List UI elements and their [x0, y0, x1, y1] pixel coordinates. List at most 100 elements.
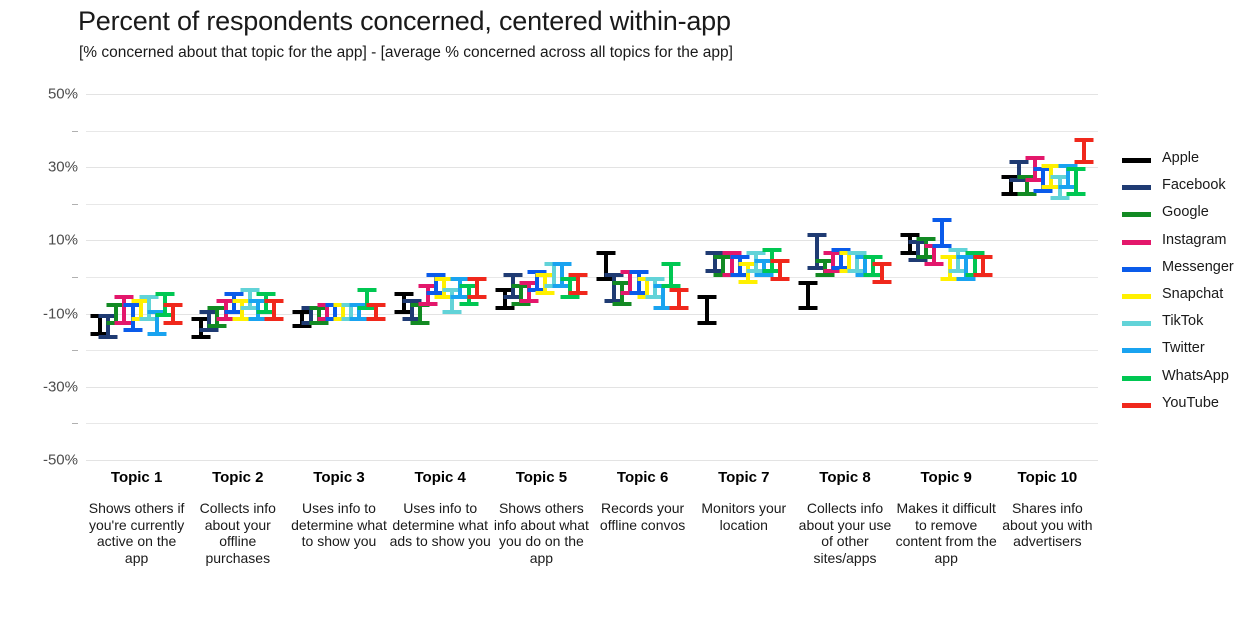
chart-container: Percent of respondents concerned, center…	[0, 0, 1240, 620]
x-axis-category-description: Shares info about you with advertisers	[1002, 500, 1093, 549]
category-group	[390, 94, 491, 460]
y-axis-tick	[72, 277, 78, 278]
error-bar-instagram	[722, 94, 742, 460]
legend-item-messenger[interactable]: Messenger	[1122, 257, 1240, 284]
y-axis-tick	[72, 130, 78, 132]
error-bar-cap-lower	[669, 305, 689, 310]
error-bar-messenger	[325, 94, 345, 460]
error-bar-cap-lower	[973, 273, 993, 277]
x-axis-category-description: Shows others if you're currently active …	[88, 500, 185, 566]
error-bar-cap-upper	[1074, 137, 1094, 142]
error-bar-twitter	[147, 94, 167, 460]
x-axis-category-description: Collects info about your use of other si…	[798, 500, 892, 566]
error-bar-google	[207, 94, 227, 460]
error-bar-tiktok	[139, 94, 159, 460]
x-axis-category: Topic 10 Shares info about you with adver…	[997, 468, 1098, 550]
error-bar-facebook	[705, 94, 725, 460]
error-bar-instagram	[620, 94, 640, 460]
error-bar-cap-upper	[770, 258, 790, 263]
legend-swatch	[1122, 375, 1151, 381]
error-bar-facebook	[807, 94, 827, 460]
error-bar-apple	[697, 94, 717, 460]
error-bar-youtube	[467, 94, 487, 460]
category-group	[491, 94, 592, 460]
category-group	[592, 94, 693, 460]
error-bar-cap-upper	[366, 302, 386, 307]
legend-item-tiktok[interactable]: TikTok	[1122, 311, 1240, 338]
legend-swatch	[1122, 402, 1151, 408]
error-bar-facebook	[604, 94, 624, 460]
x-axis-category-description: Monitors your location	[701, 500, 787, 533]
chart-title: Percent of respondents concerned, center…	[78, 6, 731, 36]
error-bar-facebook	[301, 94, 321, 460]
category-group	[997, 94, 1098, 460]
legend-swatch	[1122, 212, 1151, 218]
y-axis-tick	[72, 203, 78, 205]
legend-item-google[interactable]: Google	[1122, 202, 1240, 229]
legend-swatch	[1122, 293, 1151, 299]
error-bar-tiktok	[645, 94, 665, 460]
x-axis-category: Topic 7 Monitors your location	[693, 468, 794, 533]
error-bar-cap-lower	[163, 320, 183, 325]
legend-swatch	[1122, 321, 1151, 327]
error-bar-youtube	[163, 94, 183, 460]
y-axis-tick	[72, 423, 78, 425]
error-bar-google	[612, 94, 632, 460]
x-axis-category-description: Records your offline convos	[599, 500, 686, 533]
x-axis-category-title: Topic 10	[1017, 469, 1078, 486]
error-bar-whatsapp	[256, 94, 276, 460]
legend-item-facebook[interactable]: Facebook	[1122, 175, 1240, 202]
error-bar-youtube	[568, 94, 588, 460]
legend-item-youtube[interactable]: YouTube	[1122, 393, 1240, 420]
legend-label: Facebook	[1162, 177, 1226, 194]
legend-label: YouTube	[1162, 394, 1219, 411]
category-group	[794, 94, 895, 460]
x-axis-category-description: Uses info to determine what ads to show …	[389, 500, 491, 549]
category-group	[693, 94, 794, 460]
error-bar-snapchat	[434, 94, 454, 460]
legend-item-whatsapp[interactable]: WhatsApp	[1122, 366, 1240, 393]
error-bar-tiktok	[341, 94, 361, 460]
error-bar-cap-lower	[872, 280, 892, 285]
legend-item-snapchat[interactable]: Snapchat	[1122, 284, 1240, 311]
error-bar-facebook	[199, 94, 219, 460]
error-bar-youtube	[366, 94, 386, 460]
error-bar-tiktok	[1050, 94, 1070, 460]
error-bar-facebook	[1009, 94, 1029, 460]
y-axis-labels: 50% 30% 10% -10% -30% -50%	[0, 86, 78, 469]
error-bar-twitter	[349, 94, 369, 460]
error-bar-instagram	[924, 94, 944, 460]
error-bar-whatsapp	[1066, 94, 1086, 460]
error-bar-apple	[292, 94, 312, 460]
x-axis-category: Topic 5 Shows others info about what you …	[491, 468, 592, 566]
legend-item-instagram[interactable]: Instagram	[1122, 230, 1240, 257]
legend-label: Messenger	[1162, 258, 1234, 275]
y-axis-tick	[72, 460, 78, 461]
error-bar-google	[713, 94, 733, 460]
error-bar-cap-lower	[1074, 159, 1094, 164]
error-bar-twitter	[1058, 94, 1078, 460]
error-bar-facebook	[503, 94, 523, 460]
error-bar-tiktok	[240, 94, 260, 460]
plot-area	[86, 94, 1098, 461]
legend-label: WhatsApp	[1162, 367, 1229, 384]
error-bar-twitter	[653, 94, 673, 460]
error-bar-google	[916, 94, 936, 460]
error-bar-messenger	[1033, 94, 1053, 460]
category-group	[288, 94, 389, 460]
legend-item-apple[interactable]: Apple	[1122, 148, 1240, 175]
category-group	[896, 94, 997, 460]
x-axis-category-title: Topic 5	[515, 469, 568, 486]
legend-label: Google	[1162, 204, 1209, 221]
error-bar-cap-upper	[264, 298, 284, 303]
legend-item-twitter[interactable]: Twitter	[1122, 338, 1240, 365]
x-axis-category-title: Topic 7	[718, 469, 770, 486]
x-axis-category-title: Topic 6	[616, 469, 669, 486]
error-bar-apple	[191, 94, 211, 460]
error-bar-apple	[394, 94, 414, 460]
x-axis-category-title: Topic 4	[414, 469, 466, 486]
y-axis-tick	[72, 167, 78, 169]
error-bar-google	[511, 94, 531, 460]
error-bar-facebook	[98, 94, 118, 460]
legend-label: TikTok	[1162, 313, 1204, 330]
